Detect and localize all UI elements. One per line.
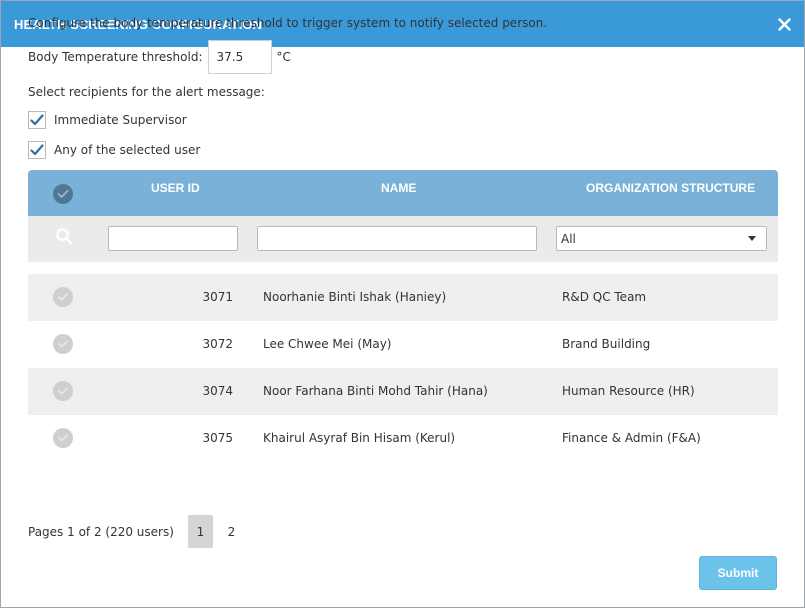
cell-name: Noorhanie Binti Ishak (Haniey): [263, 290, 447, 304]
filter-org-select[interactable]: All: [556, 226, 767, 251]
search-icon: [55, 227, 73, 248]
recipients-label: Select recipients for the alert message:: [28, 85, 265, 99]
chevron-down-icon: [748, 236, 756, 241]
filter-org-value: All: [561, 231, 576, 246]
checkbox-immediate-supervisor[interactable]: [28, 111, 46, 129]
submit-button[interactable]: Submit: [699, 556, 777, 590]
threshold-description: Configure the body temperature threshold…: [28, 16, 548, 30]
pagination: Pages 1 of 2 (220 users) 1 2: [28, 515, 250, 548]
check-icon: [30, 114, 44, 126]
threshold-input[interactable]: [207, 40, 272, 74]
cell-user-id: 3074: [202, 384, 233, 398]
pagination-info: Pages 1 of 2 (220 users): [28, 524, 174, 539]
header-user-id[interactable]: USER ID: [151, 181, 200, 195]
cell-user-id: 3075: [202, 431, 233, 445]
cell-org: Human Resource (HR): [562, 384, 695, 398]
row-select-icon[interactable]: [53, 287, 73, 307]
filter-name-input[interactable]: [257, 226, 537, 251]
row-select-icon[interactable]: [53, 381, 73, 401]
cell-name: Lee Chwee Mei (May): [263, 337, 392, 351]
cell-name: Khairul Asyraf Bin Hisam (Kerul): [263, 431, 456, 445]
row-select-icon[interactable]: [53, 428, 73, 448]
checkbox-label: Immediate Supervisor: [54, 113, 187, 127]
users-table: USER ID NAME ORGANIZATION STRUCTURE All: [28, 170, 778, 462]
table-row[interactable]: 3071 Noorhanie Binti Ishak (Haniey) R&D …: [28, 274, 778, 321]
table-header: USER ID NAME ORGANIZATION STRUCTURE: [28, 170, 778, 216]
health-screening-dialog: HEALTH SCREENING CONFIGURATION Configure…: [0, 0, 805, 608]
threshold-row: Body Temperature threshold: °C: [28, 40, 291, 74]
cell-user-id: 3072: [202, 337, 233, 351]
threshold-unit: °C: [276, 50, 291, 64]
header-name[interactable]: NAME: [381, 181, 416, 195]
recipient-immediate-supervisor[interactable]: Immediate Supervisor: [28, 111, 187, 129]
threshold-label: Body Temperature threshold:: [28, 50, 203, 64]
table-row[interactable]: 3074 Noor Farhana Binti Mohd Tahir (Hana…: [28, 368, 778, 415]
select-all-icon[interactable]: [53, 184, 73, 204]
table-row[interactable]: 3075 Khairul Asyraf Bin Hisam (Kerul) Fi…: [28, 415, 778, 462]
check-icon: [30, 144, 44, 156]
page-button-1[interactable]: 1: [187, 515, 213, 548]
recipient-selected-user[interactable]: Any of the selected user: [28, 141, 200, 159]
filter-row: All: [28, 216, 778, 262]
checkbox-selected-user[interactable]: [28, 141, 46, 159]
cell-org: Finance & Admin (F&A): [562, 431, 701, 445]
page-button-2[interactable]: 2: [219, 515, 244, 548]
table-row[interactable]: 3072 Lee Chwee Mei (May) Brand Building: [28, 321, 778, 368]
header-organization[interactable]: ORGANIZATION STRUCTURE: [586, 181, 755, 195]
cell-name: Noor Farhana Binti Mohd Tahir (Hana): [263, 384, 488, 398]
cell-user-id: 3071: [202, 290, 233, 304]
filter-user-id-input[interactable]: [108, 226, 238, 251]
cell-org: R&D QC Team: [562, 290, 647, 304]
close-icon[interactable]: [774, 14, 794, 34]
row-select-icon[interactable]: [53, 334, 73, 354]
cell-org: Brand Building: [562, 337, 651, 351]
checkbox-label: Any of the selected user: [54, 143, 201, 157]
